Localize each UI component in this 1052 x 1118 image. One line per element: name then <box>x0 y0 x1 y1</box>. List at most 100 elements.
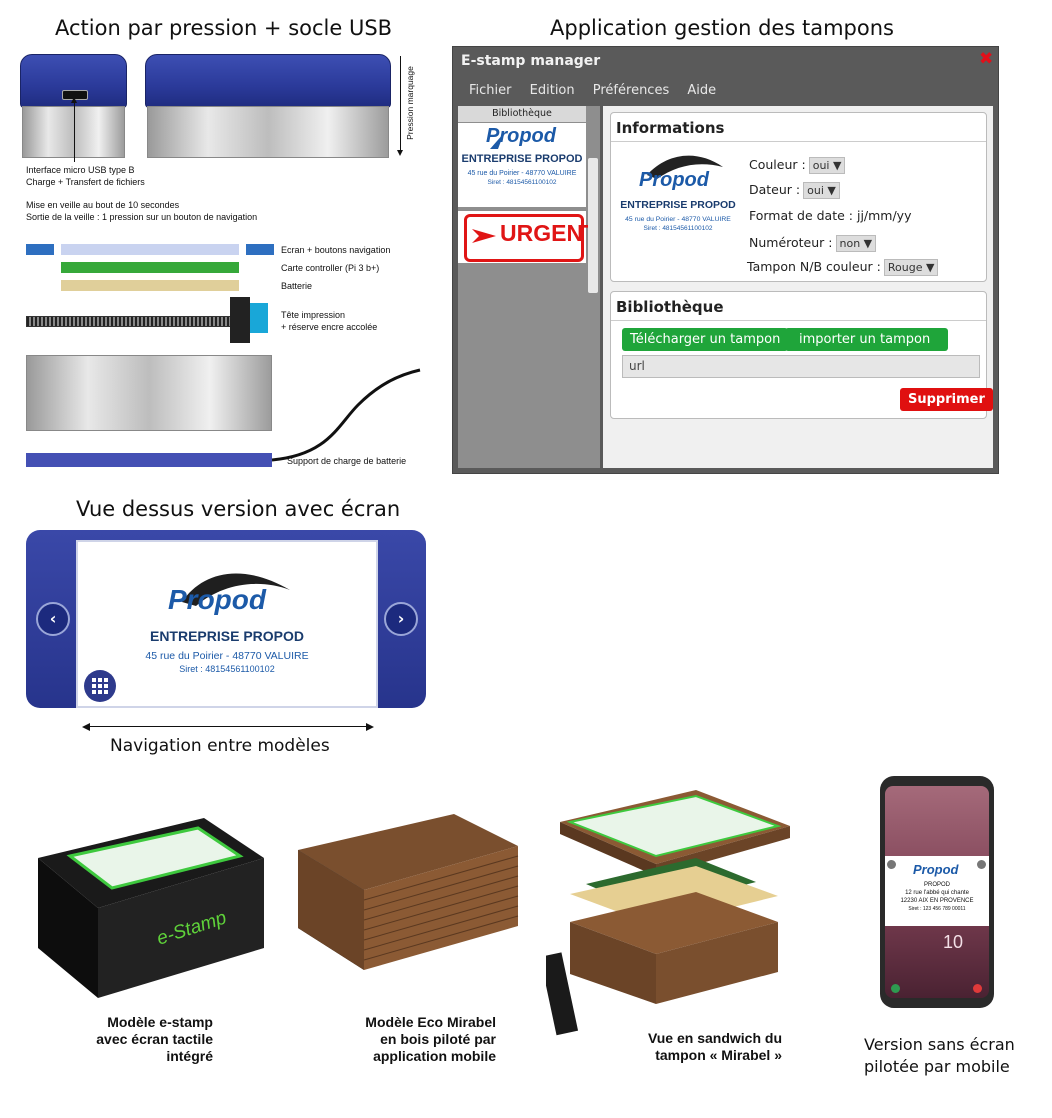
head-label-2: + réserve encre accolée <box>281 322 378 332</box>
print-head-rail <box>26 316 234 327</box>
window-title: E-stamp manager <box>461 53 601 69</box>
library-item-urgent[interactable]: URGENT <box>458 211 597 263</box>
tampon-color-field: Tampon N/B couleur : Rouge ▼ <box>747 259 939 276</box>
section-title-device: Action par pression + socle USB <box>55 16 393 40</box>
dateur-select[interactable]: oui ▼ <box>803 182 840 199</box>
phone: Propod PROPOD 12 rue l'abbé qui chante 1… <box>880 776 994 1008</box>
company-text: ENTREPRISE PROPOD <box>461 153 583 165</box>
top-view-device: Propod ENTREPRISE PROPOD 45 rue du Poiri… <box>26 530 426 708</box>
print-head <box>230 297 250 343</box>
nav-button-left-layer <box>26 244 54 255</box>
screen-siret: Siret : 48154561100102 <box>179 664 275 674</box>
caption-eco-mirabel: Modèle Eco Mirabel en bois piloté par appl… <box>365 1014 496 1064</box>
close-icon[interactable]: ✖ <box>979 49 993 69</box>
numeroteur-field: Numéroteur : non ▼ <box>749 235 877 252</box>
sleep-note-1: Mise en veille au bout de 10 secondes <box>26 200 180 210</box>
caption-e-stamp: Modèle e-stamp avec écran tactile intégré <box>96 1014 213 1064</box>
screen-layer <box>61 244 239 255</box>
screen-brand: Propod <box>168 584 266 615</box>
caption-sandwich: Vue en sandwich du tampon « Mirabel » <box>647 1030 782 1063</box>
charger-label: Support de charge de batterie <box>287 456 407 466</box>
large-device <box>145 54 391 158</box>
stamp-preview: Propod ENTREPRISE PROPOD 45 rue du Poiri… <box>617 149 739 249</box>
controller-layer <box>61 262 239 273</box>
urgent-text: URGENT <box>500 220 598 246</box>
phone-line3: 12230 AIX EN PROVENCE <box>900 898 974 904</box>
siret-text: Siret : 48154561100102 <box>487 179 557 186</box>
import-stamp-button[interactable]: importer un tampon <box>785 328 949 351</box>
navigation-label: Navigation entre modèles <box>110 736 330 756</box>
nav-previous-button[interactable]: ‹ <box>36 602 70 636</box>
layer-label-battery: Batterie <box>281 281 313 291</box>
device-screen: Propod ENTREPRISE PROPOD 45 rue du Poiri… <box>76 540 378 708</box>
section-title-top-view: Vue dessus version avec écran <box>76 497 401 521</box>
sidebar: Bibliothèque Propod ENTREPRISE PROPOD 45… <box>458 106 600 468</box>
phone-stamp-card: Propod PROPOD 12 rue l'abbé qui chante 1… <box>885 856 989 926</box>
sleep-note-2: Sortie de la veille : 1 pression sur un … <box>26 212 258 222</box>
phone-screen: Propod PROPOD 12 rue l'abbé qui chante 1… <box>885 786 989 998</box>
preview-siret: Siret : 48154561100102 <box>643 225 713 232</box>
app-window: E-stamp manager ✖ Fichier Edition Préfér… <box>452 46 999 474</box>
delete-button[interactable]: Supprimer <box>900 388 993 411</box>
usb-note-2: Charge + Transfert de fichiers <box>26 177 145 187</box>
grid-menu-icon[interactable] <box>84 670 116 702</box>
product-e-stamp: e-Stamp <box>28 798 264 998</box>
screen-address: 45 rue du Poirier - 48770 VALUIRE <box>145 650 309 662</box>
caption-mobile: Version sans écran pilotée par mobile <box>864 1035 1015 1076</box>
nav-button-right-layer <box>246 244 274 255</box>
library-title: Bibliothèque <box>616 298 724 316</box>
date-format-label: Format de date : jj/mm/yy <box>749 208 912 223</box>
phone-brand: Propod <box>913 862 959 877</box>
phone-number: 10 <box>943 932 964 952</box>
pressure-arrow <box>400 56 401 152</box>
phone-next-icon[interactable] <box>977 860 986 869</box>
phone-line4: Siret : 123 456 789 00011 <box>908 906 966 912</box>
address-text: 45 rue du Poirier - 48770 VALUIRE <box>467 170 577 177</box>
brand-text: Propod <box>486 125 556 147</box>
preview-address: 45 rue du Poirier - 48770 VALUIRE <box>625 216 731 223</box>
sidebar-title: Bibliothèque <box>458 106 586 122</box>
sidebar-scrollbar[interactable] <box>588 158 598 293</box>
menu-aide[interactable]: Aide <box>687 83 716 98</box>
informations-panel: Informations Propod ENTREPRISE PROPOD 45… <box>610 112 987 282</box>
download-stamp-button[interactable]: Télécharger un tampon <box>622 328 789 351</box>
battery-layer <box>61 280 239 291</box>
nav-next-button[interactable]: › <box>384 602 418 636</box>
phone-prev-icon[interactable] <box>887 860 896 869</box>
phone-end-icon[interactable] <box>973 984 982 993</box>
charger-base <box>26 453 272 467</box>
tampon-color-select[interactable]: Rouge ▼ <box>883 259 939 276</box>
phone-call-icon[interactable] <box>891 984 900 993</box>
menu-bar: Fichier Edition Préférences Aide <box>469 83 730 98</box>
main-content: Informations Propod ENTREPRISE PROPOD 45… <box>603 106 993 468</box>
informations-title: Informations <box>616 119 725 137</box>
section-title-app: Application gestion des tampons <box>550 16 894 40</box>
pressure-label: Pression marquage <box>405 66 415 140</box>
numeroteur-select[interactable]: non ▼ <box>835 235 877 252</box>
product-sandwich-view <box>546 784 794 1054</box>
preview-brand: Propod <box>639 169 709 191</box>
navigation-arrow <box>88 726 368 727</box>
screen-company: ENTREPRISE PROPOD <box>149 628 305 644</box>
head-label-1: Tête impression <box>281 310 346 320</box>
arrow-icon <box>472 229 496 243</box>
layer-label-screen: Ecran + boutons navigation <box>281 245 391 255</box>
layer-label-controller: Carte controller (Pi 3 b+) <box>281 263 380 273</box>
url-input[interactable]: url <box>622 355 980 378</box>
charger-cable <box>271 368 421 462</box>
ink-reservoir <box>250 303 268 333</box>
dateur-field: Dateur : oui ▼ <box>749 182 840 199</box>
library-panel: Bibliothèque Télécharger un tampon impor… <box>610 291 993 419</box>
menu-preferences[interactable]: Préférences <box>593 83 669 98</box>
couleur-field: Couleur : oui ▼ <box>749 157 846 174</box>
product-eco-mirabel <box>294 798 520 973</box>
couleur-select[interactable]: oui ▼ <box>808 157 846 174</box>
preview-company: ENTREPRISE PROPOD <box>620 199 736 211</box>
menu-fichier[interactable]: Fichier <box>469 83 512 98</box>
usb-note-1: Interface micro USB type B <box>26 165 135 175</box>
library-item-propod[interactable]: Propod ENTREPRISE PROPOD 45 rue du Poiri… <box>458 123 586 207</box>
phone-line2: 12 rue l'abbé qui chante <box>905 890 969 896</box>
menu-edition[interactable]: Edition <box>530 83 575 98</box>
stamp-body <box>26 355 272 431</box>
phone-line1: PROPOD <box>923 882 950 888</box>
